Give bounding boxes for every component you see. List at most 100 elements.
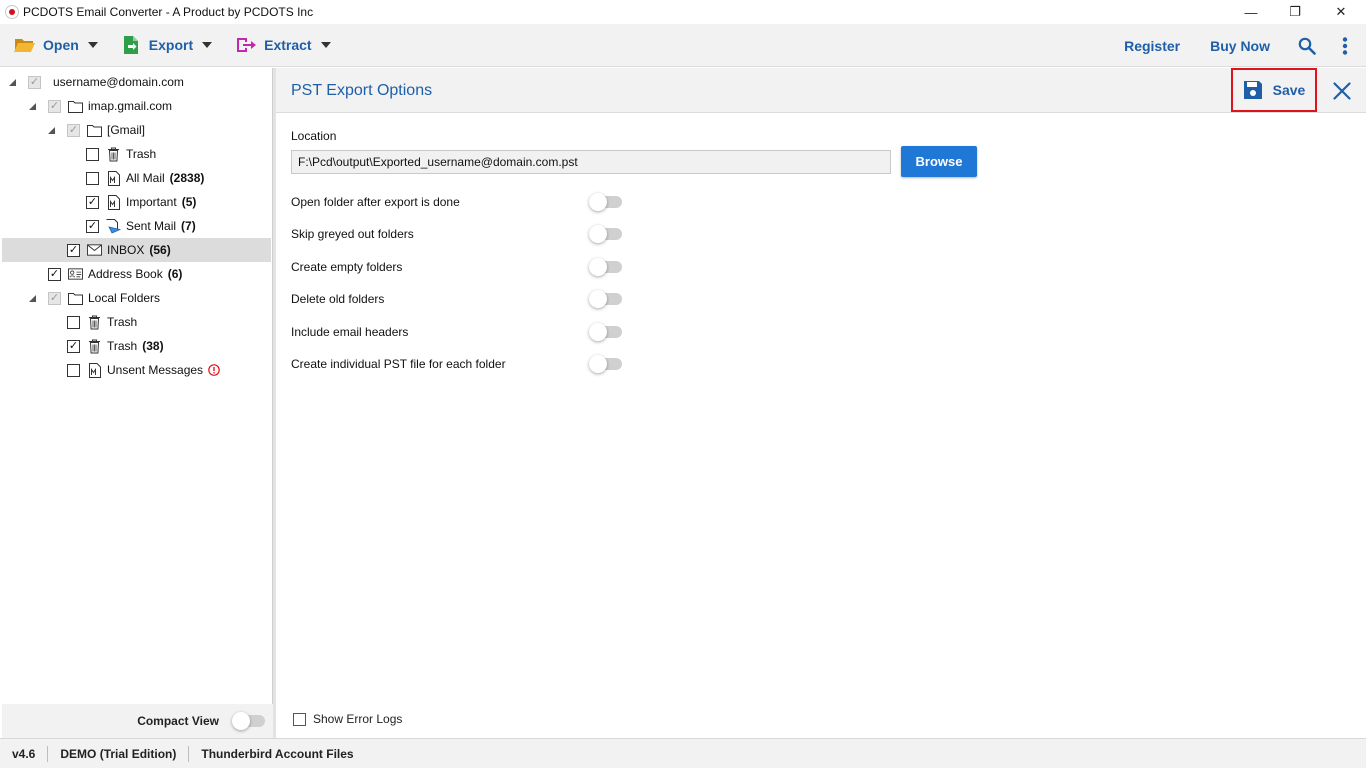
close-panel-button[interactable]: [1330, 79, 1354, 103]
tree-item-checkbox[interactable]: [48, 99, 61, 113]
tree-item[interactable]: Important (5): [86, 190, 271, 214]
export-option-label: Include email headers: [291, 325, 409, 339]
show-error-logs-checkbox[interactable]: [293, 712, 306, 726]
tree-item-checkbox[interactable]: [67, 363, 80, 377]
tree-item-count: (6): [167, 267, 183, 281]
tree-item-count: (56): [149, 243, 171, 257]
tree-item-checkbox[interactable]: [48, 267, 61, 281]
tree-item[interactable]: Trash: [86, 142, 271, 166]
tree-item-count: (2838): [169, 171, 205, 185]
envelope-icon: [87, 243, 102, 257]
window-title: PCDOTS Email Converter - A Product by PC…: [23, 5, 314, 19]
tree-item-checkbox[interactable]: [86, 219, 99, 233]
minimize-button[interactable]: —: [1228, 0, 1274, 24]
export-option-row: Skip greyed out folders: [291, 223, 626, 245]
export-label: Export: [148, 37, 194, 53]
trash-icon: [87, 315, 102, 329]
close-window-button[interactable]: ✕: [1318, 0, 1364, 24]
expand-arrow-icon[interactable]: [9, 79, 16, 86]
show-error-logs-label: Show Error Logs: [313, 712, 403, 726]
show-error-logs[interactable]: Show Error Logs: [293, 712, 402, 726]
tree-item[interactable]: Local Folders: [29, 286, 271, 310]
toggle-knob: [589, 193, 607, 211]
export-option-toggle[interactable]: [589, 225, 622, 243]
tree-item-checkbox[interactable]: [86, 171, 99, 185]
tree-item[interactable]: INBOX (56): [2, 238, 271, 262]
export-option-label: Open folder after export is done: [291, 195, 460, 209]
export-menu-button[interactable]: Export: [122, 24, 213, 67]
search-icon[interactable]: [1298, 37, 1316, 55]
folder-icon: [68, 291, 83, 305]
browse-button[interactable]: Browse: [901, 146, 977, 177]
title-bar: PCDOTS Email Converter - A Product by PC…: [0, 0, 1366, 24]
tree-item[interactable]: imap.gmail.com: [29, 94, 271, 118]
register-link[interactable]: Register: [1124, 38, 1180, 54]
open-label: Open: [43, 37, 79, 53]
edition-label: DEMO (Trial Edition): [48, 745, 190, 762]
export-option-toggle[interactable]: [589, 323, 622, 341]
tree-item-label: Important: [126, 195, 177, 209]
tree-item[interactable]: Trash: [67, 310, 271, 334]
export-option-toggle[interactable]: [589, 193, 622, 211]
tree-item-checkbox[interactable]: [48, 291, 61, 305]
tree-item-count: (5): [181, 195, 197, 209]
tree-item-label: [Gmail]: [107, 123, 146, 137]
tree-item[interactable]: All Mail (2838): [86, 166, 271, 190]
toolbar: Open Export Extract Register Buy Now: [0, 24, 1366, 67]
location-label: Location: [291, 129, 337, 143]
tree-item-label: All Mail: [126, 171, 165, 185]
tree-item-checkbox[interactable]: [67, 339, 80, 353]
tree-item-label: Trash: [107, 315, 138, 329]
export-option-toggle[interactable]: [589, 355, 622, 373]
tree-item-checkbox[interactable]: [67, 243, 80, 257]
tree-item-checkbox[interactable]: [86, 195, 99, 209]
more-options-icon[interactable]: [1342, 36, 1348, 55]
export-option-toggle[interactable]: [589, 290, 622, 308]
floppy-disk-icon: [1243, 80, 1263, 100]
tree-item[interactable]: username@domain.com: [9, 70, 271, 94]
extract-label: Extract: [264, 37, 312, 53]
tree-item[interactable]: [Gmail]: [48, 118, 271, 142]
chevron-down-icon: [87, 42, 98, 48]
close-icon: [1333, 82, 1351, 100]
extract-menu-button[interactable]: Extract: [235, 24, 331, 67]
export-options-header: PST Export Options Save: [276, 68, 1366, 113]
save-button[interactable]: Save: [1231, 68, 1317, 112]
expand-arrow-icon[interactable]: [48, 127, 55, 134]
expand-arrow-icon[interactable]: [29, 103, 36, 110]
export-option-toggle[interactable]: [589, 258, 622, 276]
tree-item-checkbox[interactable]: [67, 123, 80, 137]
tree-item-checkbox[interactable]: [86, 147, 99, 161]
mail-file-icon: [106, 194, 121, 210]
open-menu-button[interactable]: Open: [14, 24, 98, 67]
panel-splitter[interactable]: [273, 68, 276, 738]
restore-button[interactable]: ❐: [1272, 0, 1318, 24]
tree-item-label: INBOX: [107, 243, 145, 257]
tree-item-checkbox[interactable]: [67, 315, 80, 329]
tree-item[interactable]: Address Book (6): [48, 262, 271, 286]
export-option-label: Create individual PST file for each fold…: [291, 357, 506, 371]
export-option-label: Skip greyed out folders: [291, 227, 414, 241]
tree-item-label: Trash: [107, 339, 138, 353]
toggle-knob: [589, 323, 607, 341]
tree-item[interactable]: Sent Mail (7): [86, 214, 271, 238]
folder-icon: [87, 123, 102, 137]
trash-icon: [106, 147, 121, 161]
tree-item-label: Trash: [126, 147, 157, 161]
tree-item-label: Local Folders: [88, 291, 161, 305]
expand-arrow-icon[interactable]: [29, 295, 36, 302]
mail-file-icon: [106, 170, 121, 186]
version-label: v4.6: [0, 745, 49, 762]
location-input[interactable]: [291, 150, 891, 174]
buy-now-link[interactable]: Buy Now: [1210, 38, 1270, 54]
tree-item-label: imap.gmail.com: [88, 99, 173, 113]
save-label: Save: [1272, 82, 1306, 98]
tree-item-label: Sent Mail: [126, 219, 177, 233]
toggle-knob: [589, 225, 607, 243]
tree-item[interactable]: Unsent Messages: [67, 358, 271, 382]
trash-icon: [87, 339, 102, 353]
compact-view-toggle[interactable]: [232, 712, 265, 730]
tree-item-checkbox[interactable]: [28, 75, 41, 89]
tree-item-label: Unsent Messages: [107, 363, 204, 377]
tree-item[interactable]: Trash (38): [67, 334, 271, 358]
